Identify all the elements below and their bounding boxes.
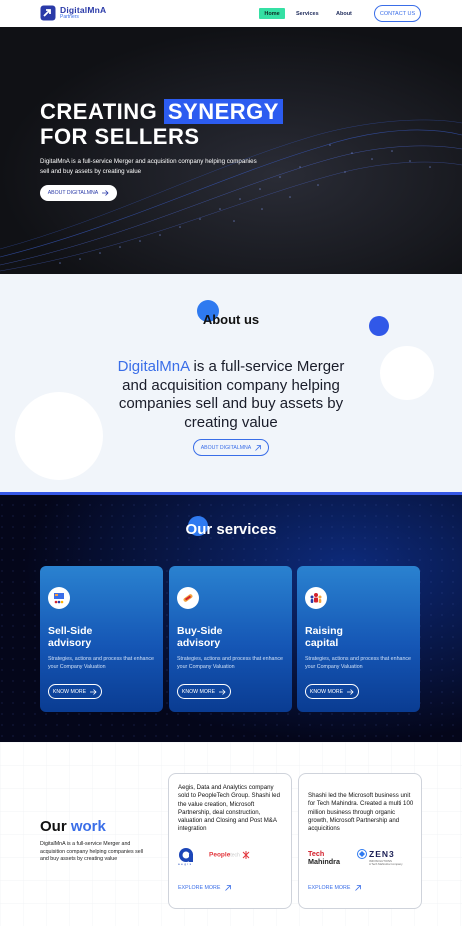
work-title-highlight: work bbox=[70, 818, 106, 835]
know-more-label: KNOW MORE bbox=[181, 688, 216, 695]
arrow-up-right-icon bbox=[255, 444, 262, 451]
nav-about[interactable]: About bbox=[336, 8, 352, 19]
hero-description: DigitalMnA is a full-service Merger and … bbox=[40, 158, 257, 175]
hero-title-part-2: FOR SELLERS bbox=[40, 124, 200, 149]
service-card-title: Sell-Side advisory bbox=[48, 625, 92, 649]
about-digitalmna-button[interactable]: ABOUT DIGITALMNA bbox=[40, 185, 117, 201]
hero-title-highlight: SYNERGY bbox=[163, 99, 283, 124]
aegis-logo-text: aegis bbox=[178, 862, 193, 866]
explore-more-label: EXPLORE MORE bbox=[308, 885, 351, 891]
about-brand-name: DigitalMnA bbox=[117, 358, 190, 375]
services-top-bar bbox=[0, 492, 462, 495]
zen3-logo: ZEN3 bbox=[357, 849, 395, 859]
work-card-text: Aegis, Data and Analytics company sold t… bbox=[178, 784, 280, 833]
about-text: DigitalMnA is a full-service Merger and … bbox=[108, 358, 354, 432]
peopletech-logo-text-tech: tech bbox=[230, 852, 240, 859]
brand-logo[interactable]: DigitalMnA Partners bbox=[40, 4, 106, 22]
service-card-title-line-2: capital bbox=[305, 637, 339, 649]
know-more-button[interactable]: KNOW MORE bbox=[48, 684, 102, 699]
service-card-title: Raising capital bbox=[305, 625, 343, 649]
logo-mark-icon bbox=[40, 5, 56, 21]
service-card-buy-side: Buy-Side advisory Strategies, actions and… bbox=[169, 566, 292, 712]
arrow-right-icon bbox=[102, 190, 109, 196]
logo-subtitle: Partners bbox=[60, 14, 79, 21]
services-section: Our services Sell-Side advisory Strategie… bbox=[0, 492, 462, 742]
arrow-right-icon bbox=[347, 688, 354, 695]
peopletech-logo-text: People bbox=[209, 851, 231, 859]
explore-more-label: EXPLORE MORE bbox=[178, 885, 221, 891]
team-icon bbox=[305, 587, 327, 609]
know-more-label: KNOW MORE bbox=[309, 688, 344, 695]
work-title-part-1: Our bbox=[40, 818, 71, 835]
hero-title: CREATING SYNERGY FOR SELLERS bbox=[40, 99, 283, 149]
work-title: Our work bbox=[40, 818, 106, 835]
know-more-button[interactable]: KNOW MORE bbox=[305, 684, 359, 699]
arrow-up-right-icon bbox=[225, 885, 232, 891]
about-digitalmna-outline-button[interactable]: ABOUT DIGITALMNA bbox=[193, 439, 269, 456]
services-title: Our services bbox=[185, 521, 277, 538]
zen3-logo-text: ZEN3 bbox=[369, 849, 395, 859]
know-more-label: KNOW MORE bbox=[52, 688, 87, 695]
service-card-description: Strategies, actions and process that enh… bbox=[177, 656, 284, 670]
hero-particle-background bbox=[0, 27, 462, 274]
arrow-right-icon bbox=[219, 688, 226, 695]
peopletech-logo: Peopletech bbox=[209, 851, 250, 859]
arrow-up-right-icon bbox=[355, 885, 362, 891]
about-button-label: ABOUT DIGITALMNA bbox=[200, 444, 252, 451]
nav-services[interactable]: Services bbox=[296, 8, 319, 19]
presentation-icon bbox=[48, 587, 70, 609]
work-description: DigitalMnA is a full-service Merger and … bbox=[40, 841, 144, 862]
service-card-raising-capital: Raising capital Strategies, actions and p… bbox=[297, 566, 420, 712]
explore-more-link[interactable]: EXPLORE MORE bbox=[308, 885, 362, 891]
hero-button-label: ABOUT DIGITALMNA bbox=[47, 190, 99, 196]
service-card-sell-side: Sell-Side advisory Strategies, actions an… bbox=[40, 566, 163, 712]
work-section: Our work DigitalMnA is a full-service Me… bbox=[0, 742, 462, 926]
service-card-title-line-2: advisory bbox=[177, 637, 221, 649]
service-card-title-line-1: Sell-Side bbox=[48, 625, 93, 637]
zen3-mark-icon bbox=[357, 849, 367, 859]
service-card-description: Strategies, actions and process that enh… bbox=[305, 656, 412, 670]
logo-name: DigitalMnA bbox=[60, 4, 107, 15]
tech-mahindra-logo-line-2: Mahindra bbox=[308, 856, 340, 866]
service-card-description: Strategies, actions and process that enh… bbox=[48, 656, 155, 670]
about-title: About us bbox=[202, 312, 260, 327]
zen3-logo-subtitle-2: A Tech Mahindra Company bbox=[369, 862, 403, 867]
contact-us-button[interactable]: CONTACT US bbox=[374, 5, 421, 22]
work-card-aegis: Aegis, Data and Analytics company sold t… bbox=[168, 773, 292, 909]
arrow-right-icon bbox=[90, 688, 97, 695]
tech-mahindra-logo: Tech Mahindra bbox=[308, 850, 340, 865]
service-card-title: Buy-Side advisory bbox=[177, 625, 223, 649]
service-card-title-line-1: Raising bbox=[305, 625, 343, 637]
handshake-icon bbox=[177, 587, 199, 609]
hero-title-part-1: CREATING bbox=[40, 99, 164, 124]
service-card-title-line-1: Buy-Side bbox=[177, 625, 223, 637]
top-navbar: DigitalMnA Partners Home Services About … bbox=[0, 0, 462, 27]
decor-circle-white-left bbox=[15, 392, 103, 480]
aegis-logo-icon bbox=[179, 848, 193, 862]
zen3-logo-subtitle: INFOSOLUTIONS A Tech Mahindra Company bbox=[369, 859, 403, 867]
decor-circle-white-right bbox=[380, 346, 434, 400]
work-card-tech-mahindra: Shashi led the Microsoft business unit f… bbox=[298, 773, 422, 909]
about-section: About us DigitalMnA is a full-service Me… bbox=[0, 274, 462, 492]
hero-section: CREATING SYNERGY FOR SELLERS DigitalMnA … bbox=[0, 27, 462, 274]
know-more-button[interactable]: KNOW MORE bbox=[177, 684, 231, 699]
explore-more-link[interactable]: EXPLORE MORE bbox=[178, 885, 232, 891]
work-card-text: Shashi led the Microsoft business unit f… bbox=[308, 792, 414, 833]
nav-home[interactable]: Home bbox=[259, 8, 285, 19]
service-card-title-line-2: advisory bbox=[48, 637, 92, 649]
peopletech-mark-icon bbox=[242, 851, 249, 859]
